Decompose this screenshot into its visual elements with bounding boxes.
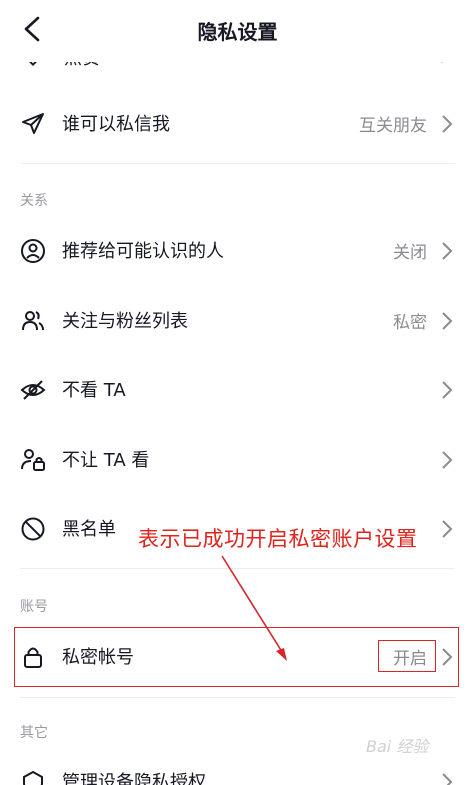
page-title: 隐私设置 [197,20,278,44]
row-not-let-ta-see[interactable]: 不让 TA 看 [0,426,475,494]
eye-off-icon [20,380,46,400]
row-label: 不让 TA 看 [62,450,150,471]
row-label: 管理设备隐私授权 [62,772,206,785]
section-divider [20,568,455,569]
top-nav-bar: 隐私设置 [0,0,475,62]
privacy-settings-page: 点赞 隐私设置 谁可以私信我 互关朋友 关系 推荐给可能认识的人 关闭 [0,0,475,785]
shield-icon [23,770,43,785]
section-title-relations: 关系 [20,193,48,209]
annotation-highlight-value [378,640,436,672]
chevron-right-icon [442,520,453,538]
section-divider [20,697,455,698]
chevron-right-icon [442,312,453,330]
chevron-right-icon [442,451,453,469]
row-label: 黑名单 [62,519,116,540]
row-label: 关注与粉丝列表 [62,311,188,332]
chevron-right-icon [442,773,453,785]
row-label: 谁可以私信我 [62,114,170,135]
people-icon [22,311,44,331]
row-value: 互关朋友 [359,116,427,136]
block-icon [21,517,45,541]
row-value: 关闭 [393,243,427,263]
annotation-text: 表示已成功开启私密账户设置 [138,527,418,551]
row-value: 私密 [393,313,427,333]
row-follow-fans-list[interactable]: 关注与粉丝列表 私密 [0,287,475,355]
row-label: 不看 TA [62,380,126,401]
row-label: 推荐给可能认识的人 [62,241,224,262]
chevron-right-icon [442,115,453,133]
paper-plane-icon [22,113,44,134]
row-who-can-message[interactable]: 谁可以私信我 互关朋友 [0,90,475,158]
chevron-right-icon [442,242,453,260]
person-circle-icon [21,239,45,263]
watermark: Bai 经验 [366,737,429,756]
chevron-right-icon [442,381,453,399]
section-title-account: 账号 [20,599,48,615]
section-title-other: 其它 [20,725,48,741]
section-divider [20,163,455,164]
row-not-see-ta[interactable]: 不看 TA [0,356,475,424]
row-recommend-to-contacts[interactable]: 推荐给可能认识的人 关闭 [0,217,475,285]
person-lock-icon [21,449,45,471]
